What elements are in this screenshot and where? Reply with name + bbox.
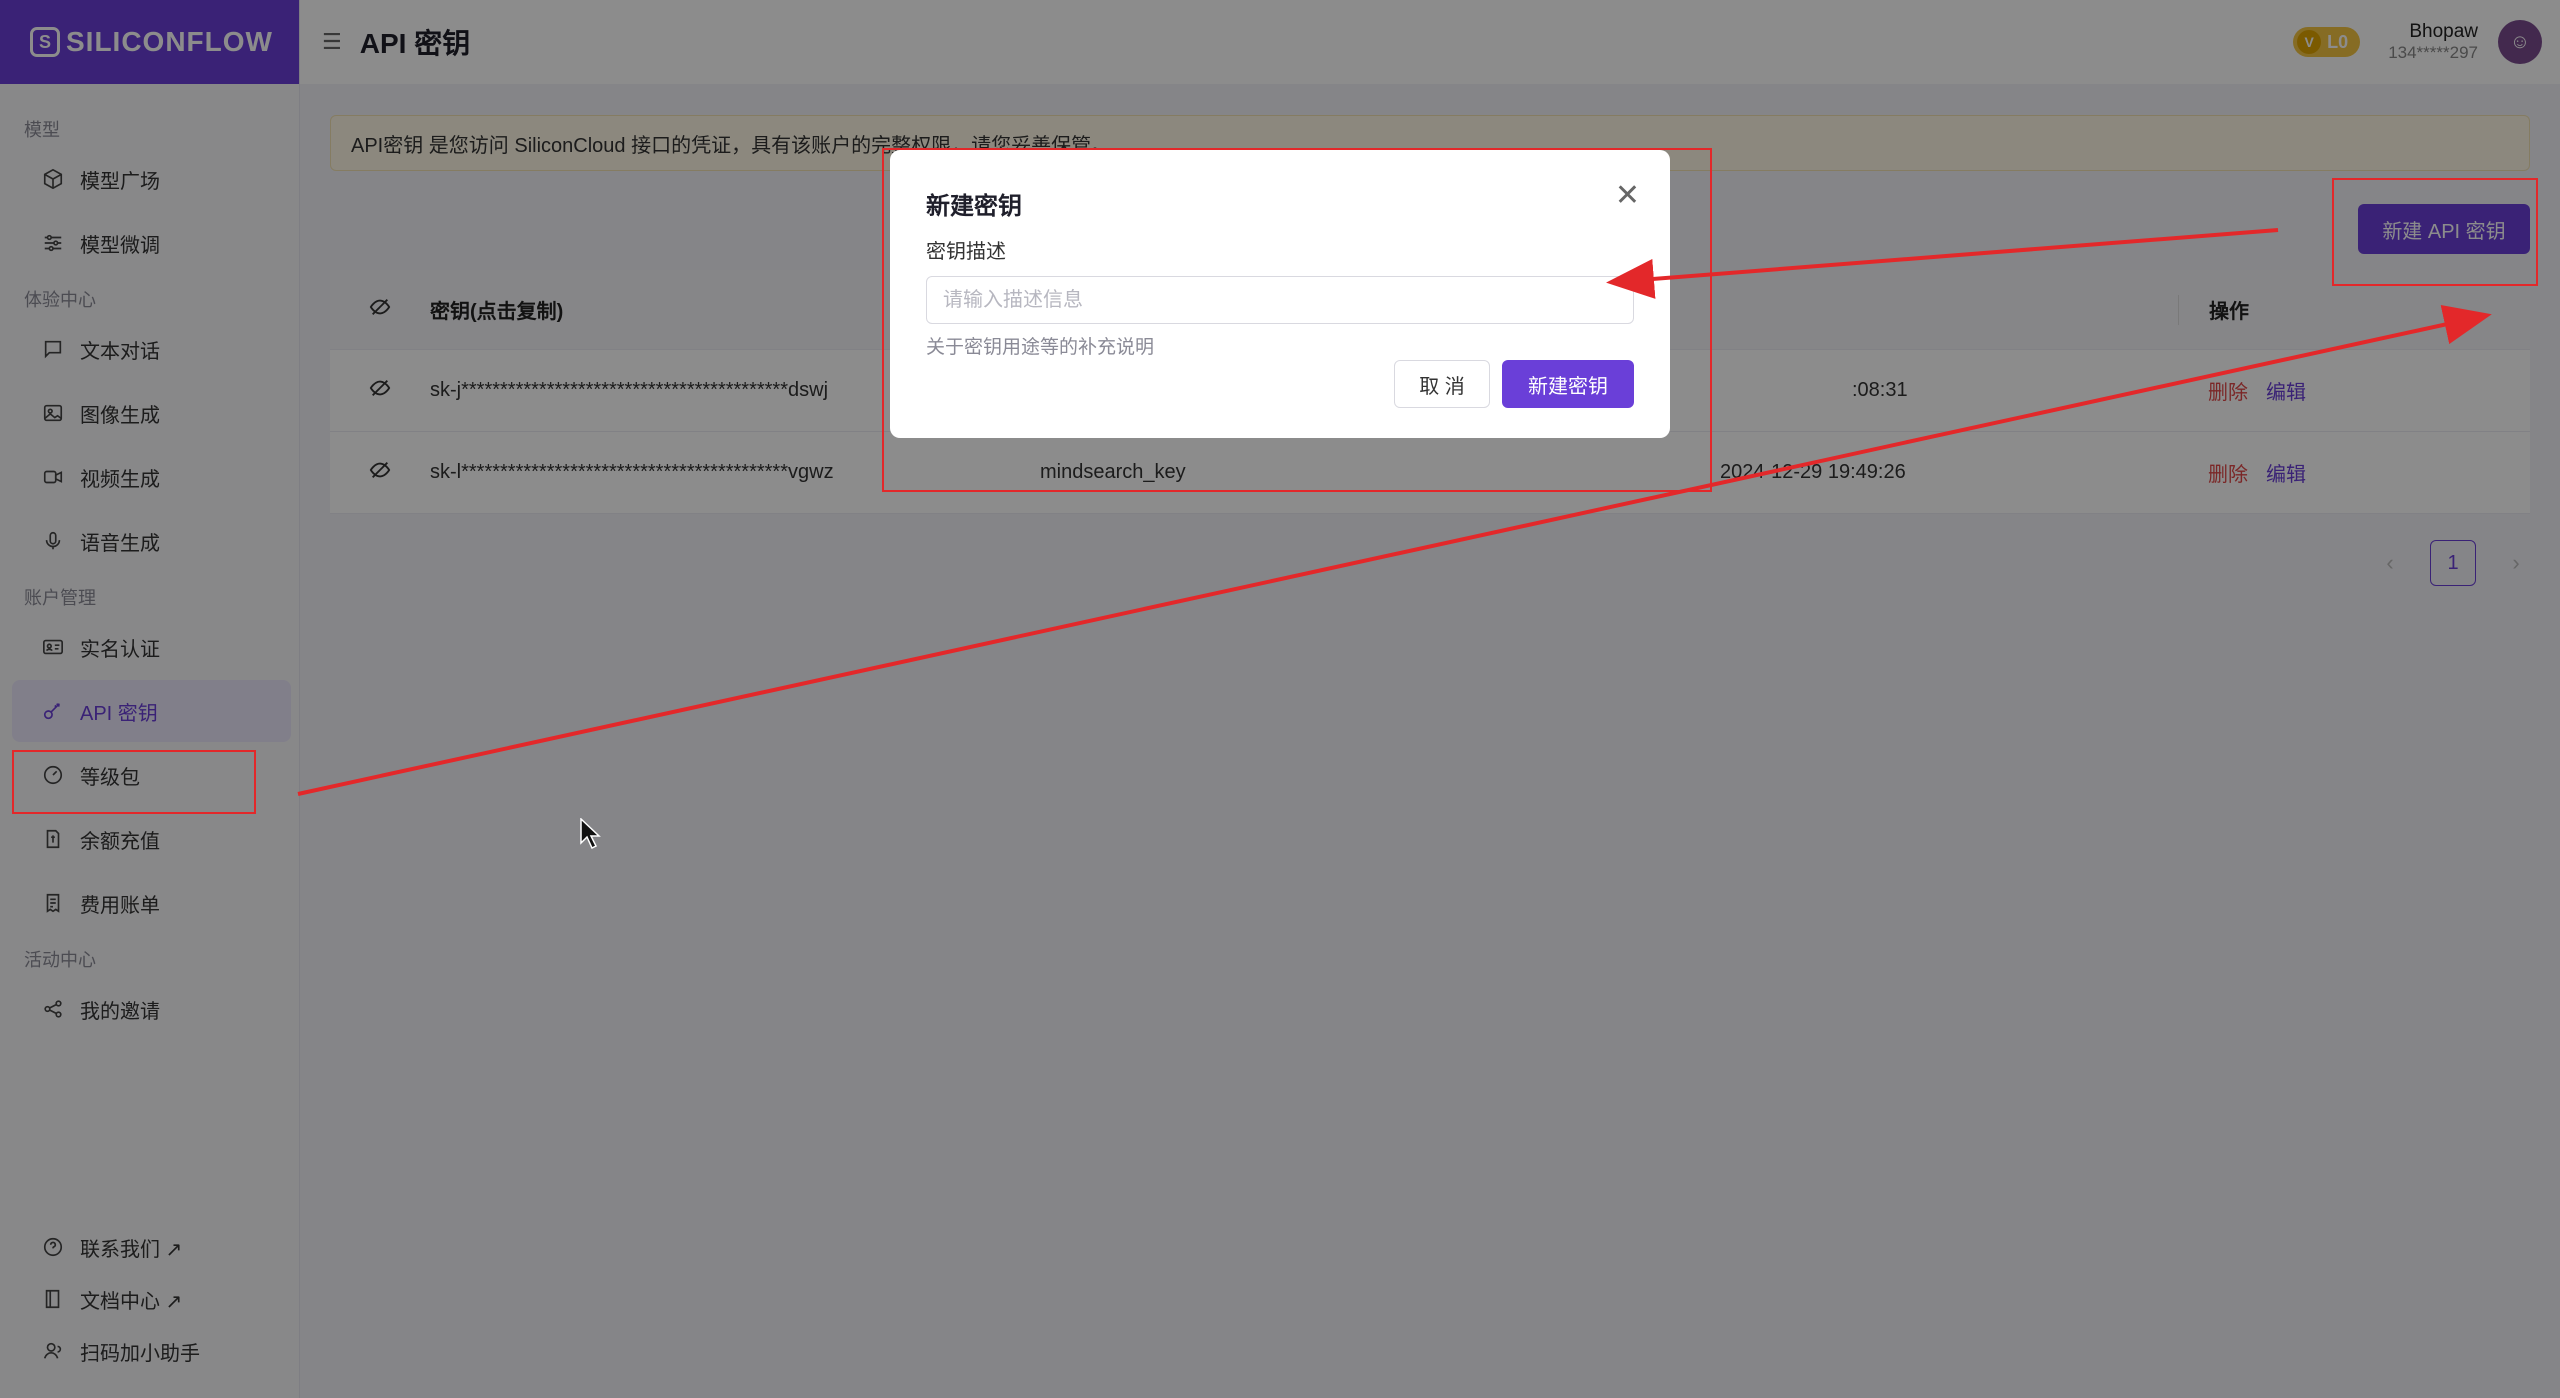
- annotation-box-new-key: [2332, 178, 2538, 286]
- mouse-cursor-icon: [580, 818, 601, 850]
- annotation-box-api-keys: [12, 750, 256, 814]
- annotation-box-modal: [882, 148, 1712, 492]
